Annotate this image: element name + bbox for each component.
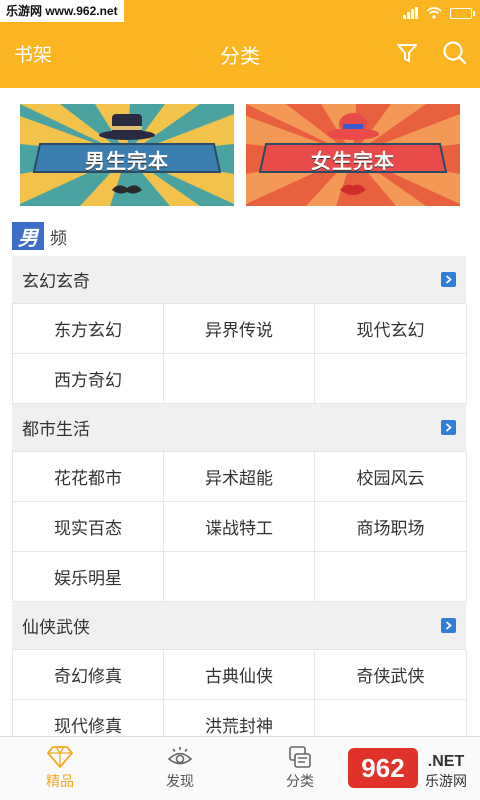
- category-header-dushi[interactable]: 都市生活: [12, 404, 466, 452]
- logo-net: .NET: [428, 753, 465, 770]
- tab-label: 发现: [166, 774, 194, 790]
- category-title: 玄幻玄奇: [22, 272, 90, 292]
- wifi-icon: [426, 7, 442, 19]
- search-icon[interactable]: [440, 38, 470, 68]
- filter-icon[interactable]: [392, 38, 422, 68]
- subcategory-item[interactable]: 奇侠武侠: [315, 650, 467, 700]
- 962-logo: 962 .NET 乐游网: [348, 748, 467, 790]
- category-header-xianxia[interactable]: 仙侠武侠: [12, 602, 466, 650]
- frequency-header: 男 频: [12, 222, 67, 250]
- tab-category[interactable]: 分类: [240, 737, 360, 800]
- banner-label: 女生完本: [311, 149, 395, 173]
- subcategory-item[interactable]: 奇幻修真: [13, 650, 164, 700]
- banner-male-complete[interactable]: 男生完本: [20, 104, 234, 206]
- watermark: 乐游网 www.962.net: [0, 0, 124, 22]
- banner-female-complete[interactable]: 女生完本: [246, 104, 460, 206]
- subcategory-item[interactable]: 东方玄幻: [13, 304, 164, 354]
- subcategory-item[interactable]: 古典仙侠: [164, 650, 315, 700]
- empty-cell: [164, 552, 315, 602]
- chevron-right-icon: [441, 618, 456, 633]
- chevron-right-icon: [441, 272, 456, 287]
- frequency-label: 频: [50, 228, 67, 249]
- category-title: 仙侠武侠: [22, 618, 90, 638]
- empty-cell: [315, 354, 467, 404]
- category-icon: [289, 746, 311, 768]
- subcategory-item[interactable]: 商场职场: [315, 502, 467, 552]
- male-badge: 男: [12, 222, 44, 250]
- subcategory-item[interactable]: 西方奇幻: [13, 354, 164, 404]
- category-title: 都市生活: [22, 420, 90, 440]
- subcategory-grid: 东方玄幻 异界传说 现代玄幻 西方奇幻: [12, 304, 467, 404]
- tab-featured[interactable]: 精品: [0, 737, 120, 800]
- subcategory-item[interactable]: 校园风云: [315, 452, 467, 502]
- subcategory-item[interactable]: 异术超能: [164, 452, 315, 502]
- subcategory-grid: 花花都市 异术超能 校园风云 现实百态 谍战特工 商场职场 娱乐明星: [12, 452, 467, 602]
- empty-cell: [315, 552, 467, 602]
- diamond-icon: [47, 746, 73, 768]
- eye-icon: [167, 747, 193, 765]
- subcategory-item[interactable]: 娱乐明星: [13, 552, 164, 602]
- chevron-right-icon: [441, 420, 456, 435]
- logo-sub: 乐游网: [425, 774, 467, 790]
- subcategory-item[interactable]: 现实百态: [13, 502, 164, 552]
- bottom-tab-bar: 精品 发现 分类 962 .NET 乐游网: [0, 736, 480, 800]
- page-title: 分类: [220, 44, 260, 68]
- app-header: 乐游网 www.962.net 书架 分类: [0, 0, 480, 88]
- logo-brand: 962: [361, 753, 404, 783]
- status-bar: [403, 2, 475, 24]
- banner-label: 男生完本: [85, 149, 169, 173]
- category-header-xuanhuan[interactable]: 玄幻玄奇: [12, 256, 466, 304]
- empty-cell: [164, 354, 315, 404]
- tab-label: 分类: [286, 774, 314, 790]
- bookshelf-link[interactable]: 书架: [14, 40, 52, 67]
- subcategory-grid: 奇幻修真 古典仙侠 奇侠武侠 现代修真 洪荒封神: [12, 650, 467, 750]
- tab-discover[interactable]: 发现: [120, 737, 240, 800]
- subcategory-item[interactable]: 花花都市: [13, 452, 164, 502]
- battery-icon: [450, 7, 475, 19]
- banner-row: 男生完本 女生完本: [20, 104, 460, 206]
- category-list: 玄幻玄奇 东方玄幻 异界传说 现代玄幻 西方奇幻 都市生活 花花都市 异术超能 …: [12, 256, 467, 750]
- tab-label: 精品: [46, 774, 74, 790]
- subcategory-item[interactable]: 异界传说: [164, 304, 315, 354]
- signal-icon: [403, 7, 418, 19]
- subcategory-item[interactable]: 现代玄幻: [315, 304, 467, 354]
- subcategory-item[interactable]: 谍战特工: [164, 502, 315, 552]
